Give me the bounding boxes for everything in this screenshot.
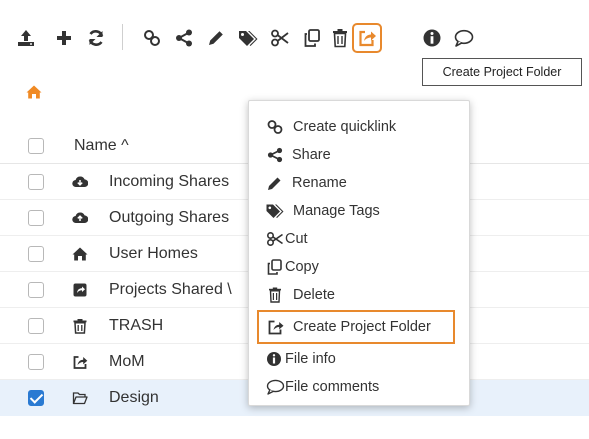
menu-item-file-info[interactable]: File info — [249, 345, 471, 373]
menu-item-label: Manage Tags — [293, 203, 380, 219]
menu-item-copy[interactable]: Copy — [249, 253, 471, 281]
menu-item-label: Create quicklink — [293, 119, 397, 135]
menu-item-label: Create Project Folder — [293, 319, 431, 335]
quicklink-icon — [144, 30, 160, 46]
row-checkbox-checked[interactable] — [28, 390, 44, 406]
row-name[interactable]: Outgoing Shares — [109, 200, 229, 236]
refresh-button[interactable] — [84, 26, 108, 50]
menu-item-share[interactable]: Share — [249, 141, 471, 169]
menu-item-label: Delete — [293, 287, 335, 303]
trash-icon — [269, 287, 281, 303]
menu-item-create-project-folder[interactable]: Create Project Folder — [257, 310, 455, 344]
menu-item-create-quicklink[interactable]: Create quicklink — [249, 113, 471, 141]
comment-icon — [266, 379, 285, 395]
row-checkbox[interactable] — [28, 210, 44, 226]
cut-button[interactable] — [268, 26, 292, 50]
trash-icon — [73, 319, 87, 334]
scissors-icon — [271, 29, 289, 47]
info-icon — [267, 352, 281, 366]
menu-item-label: Share — [292, 147, 331, 163]
row-name[interactable]: Design — [109, 380, 159, 416]
comment-button[interactable] — [452, 26, 476, 50]
select-all-checkbox[interactable] — [28, 138, 44, 154]
tags-button[interactable] — [236, 26, 260, 50]
comment-icon — [454, 29, 474, 47]
menu-item-delete[interactable]: Delete — [249, 281, 471, 309]
menu-item-file-comments[interactable]: File comments — [249, 373, 471, 401]
plus-icon — [57, 31, 71, 45]
rename-button[interactable] — [204, 26, 228, 50]
row-checkbox[interactable] — [28, 354, 44, 370]
share-button[interactable] — [172, 26, 196, 50]
row-checkbox[interactable] — [28, 246, 44, 262]
create-project-folder-icon — [359, 30, 376, 47]
create-project-folder-button[interactable] — [352, 23, 382, 53]
project-folder-icon — [73, 356, 88, 369]
folder-open-icon — [72, 392, 88, 405]
home-icon — [72, 247, 88, 261]
home-icon[interactable] — [26, 84, 42, 100]
delete-button[interactable] — [328, 26, 352, 50]
menu-item-label: Rename — [292, 175, 347, 191]
upload-icon — [18, 30, 34, 46]
menu-item-label: Copy — [285, 259, 319, 275]
copy-icon — [304, 29, 320, 47]
toolbar-divider — [122, 24, 123, 50]
menu-item-rename[interactable]: Rename — [249, 169, 471, 197]
add-button[interactable] — [52, 26, 76, 50]
context-menu: Create quicklink Share Rename Manage Tag… — [248, 100, 470, 406]
info-button[interactable] — [420, 26, 444, 50]
name-column-header[interactable]: Name ^ — [74, 128, 129, 164]
copy-button[interactable] — [300, 26, 324, 50]
tags-icon — [239, 31, 258, 46]
info-icon — [423, 29, 441, 47]
quicklink-icon — [267, 120, 283, 134]
row-name[interactable]: TRASH — [109, 308, 163, 344]
row-name[interactable]: Projects Shared \ — [109, 272, 232, 308]
menu-item-cut[interactable]: Cut — [249, 225, 471, 253]
share-icon — [267, 147, 283, 163]
share-icon — [176, 29, 192, 47]
cloud-upload-icon — [72, 212, 88, 224]
trash-icon — [333, 29, 347, 48]
create-project-folder-icon — [268, 320, 284, 335]
row-checkbox[interactable] — [28, 174, 44, 190]
tags-icon — [266, 204, 284, 218]
menu-item-label: File comments — [285, 379, 380, 395]
row-name[interactable]: MoM — [109, 344, 145, 380]
cloud-download-icon — [72, 176, 88, 188]
refresh-icon — [88, 30, 104, 46]
row-name[interactable]: User Homes — [109, 236, 198, 272]
pencil-icon — [268, 177, 281, 190]
menu-item-label: File info — [285, 351, 336, 367]
menu-item-label: Cut — [285, 231, 308, 247]
tooltip: Create Project Folder — [422, 58, 582, 86]
row-checkbox[interactable] — [28, 282, 44, 298]
pencil-icon — [209, 31, 223, 45]
menu-item-manage-tags[interactable]: Manage Tags — [249, 197, 471, 225]
row-checkbox[interactable] — [28, 318, 44, 334]
scissors-icon — [266, 231, 283, 247]
copy-icon — [267, 259, 282, 275]
quicklink-button[interactable] — [140, 26, 164, 50]
row-name[interactable]: Incoming Shares — [109, 164, 229, 200]
shared-folder-icon — [73, 283, 87, 297]
upload-button[interactable] — [14, 26, 38, 50]
